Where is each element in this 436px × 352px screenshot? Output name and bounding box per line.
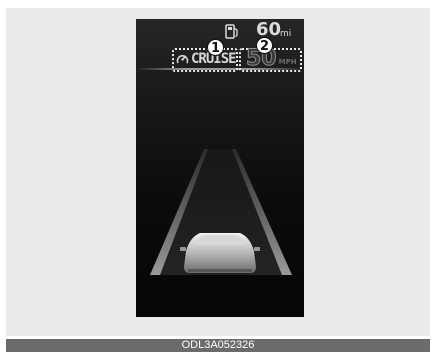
cruise-indicator: CRUISE (176, 50, 237, 68)
vehicle-icon (180, 233, 260, 273)
set-speed-unit: MPH (278, 58, 297, 66)
callout-number-1: 1 (207, 39, 224, 56)
cruise-control-icon (176, 54, 189, 63)
callout-number-2: 2 (256, 37, 273, 54)
fuel-pump-icon (225, 24, 238, 39)
cluster-display: 60 mi CRUISE 50 MPH 1 2 (136, 19, 304, 317)
range-unit: mi (280, 29, 292, 39)
figure-caption: ODL3A052326 (6, 339, 430, 352)
